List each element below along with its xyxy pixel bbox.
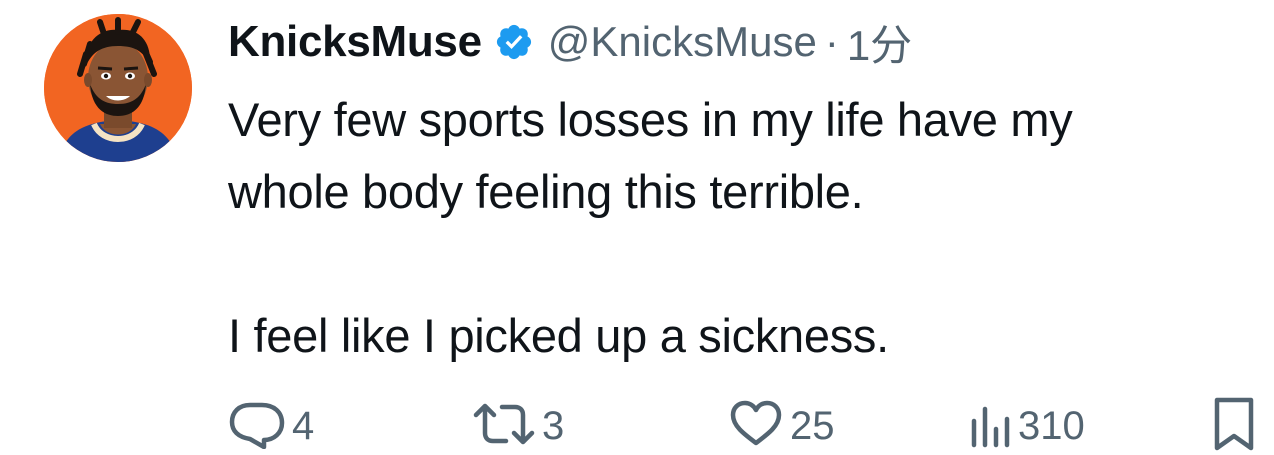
tweet-header: KnicksMuse @KnicksMuse · 1分 bbox=[228, 14, 912, 70]
retweet-icon bbox=[472, 399, 536, 454]
views-count: 310 bbox=[1018, 403, 1085, 448]
tweet-card[interactable]: KnicksMuse @KnicksMuse · 1分 Very few spo… bbox=[0, 0, 1274, 455]
like-button[interactable]: 25 bbox=[728, 396, 835, 455]
reply-bubble-icon bbox=[228, 399, 286, 454]
bookmark-button[interactable] bbox=[1212, 396, 1256, 455]
verified-badge-icon[interactable] bbox=[494, 22, 534, 62]
like-count: 25 bbox=[790, 403, 835, 448]
retweet-button[interactable]: 3 bbox=[472, 396, 564, 455]
reply-count: 4 bbox=[292, 403, 315, 448]
retweet-count: 3 bbox=[542, 403, 565, 448]
tweet-text: Very few sports losses in my life have m… bbox=[228, 93, 1073, 362]
heart-icon bbox=[728, 399, 784, 454]
action-bar: 4 3 25 310 bbox=[228, 396, 1268, 455]
views-bar-icon bbox=[968, 399, 1012, 454]
bookmark-icon bbox=[1212, 396, 1256, 455]
reply-button[interactable]: 4 bbox=[228, 396, 314, 455]
timestamp[interactable]: 1分 bbox=[847, 12, 912, 73]
avatar-illustration bbox=[44, 14, 192, 162]
avatar[interactable] bbox=[44, 14, 192, 162]
user-handle[interactable]: @KnicksMuse bbox=[548, 18, 817, 66]
display-name[interactable]: KnicksMuse bbox=[228, 17, 482, 67]
separator-dot: · bbox=[824, 18, 839, 65]
views-button[interactable]: 310 bbox=[968, 396, 1085, 455]
